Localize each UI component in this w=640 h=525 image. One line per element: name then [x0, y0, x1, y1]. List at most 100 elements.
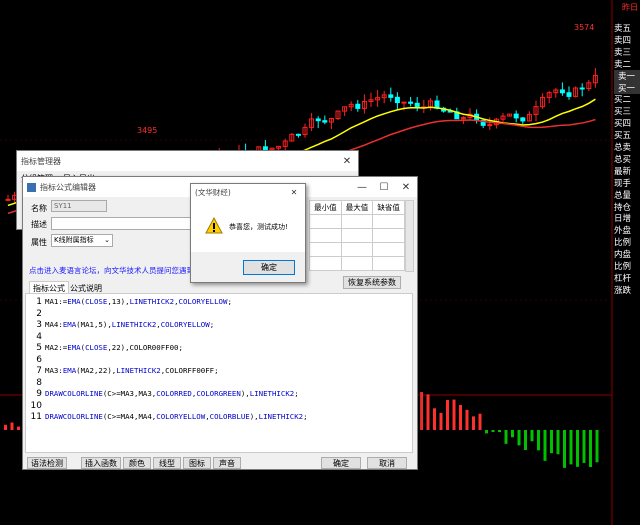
histogram-bar [420, 392, 423, 430]
code-text: MA1:=EMA(CLOSE,13),LINETHICK2,COLORYELLO… [45, 297, 232, 306]
line-number: 3 [36, 320, 42, 330]
histogram-bar [530, 430, 534, 442]
table-cell[interactable] [340, 256, 374, 271]
histogram-bar [465, 409, 469, 430]
candle-body [315, 118, 321, 122]
table-cell[interactable] [309, 256, 342, 271]
sidebar-item: 杠杆 [614, 273, 632, 284]
ok-button[interactable]: 确定 [321, 457, 361, 469]
restore-params-button[interactable]: 恢复系统参数 [343, 276, 401, 289]
code-editor[interactable]: 1 MA1:=EMA(CLOSE,13),LINETHICK2,COLORYELL… [25, 293, 413, 453]
sidebar-item: 总卖 [614, 143, 632, 153]
sidebar-item: 总量 [614, 190, 632, 201]
col-min: 最小值 [309, 200, 342, 215]
warning-icon [205, 217, 223, 234]
code-line[interactable]: 10 [26, 400, 412, 412]
candle-body [559, 89, 565, 94]
sidebar-item: 卖二 [614, 59, 632, 70]
code-text: MA4:EMA(MA1,5),LINETHICK2,COLORYELLOW; [45, 320, 215, 329]
top-right-label: 昨日 [622, 3, 638, 12]
sidebar-item: 现手 [614, 178, 632, 189]
attr-select[interactable]: K线附属指标 ⌄ [51, 234, 113, 247]
code-line[interactable]: 8 [26, 377, 412, 389]
message-box[interactable]: (文华财经) ✕ 恭喜您，测试成功! 确定 [190, 183, 306, 283]
table-cell[interactable] [340, 228, 374, 243]
histogram-bar [491, 430, 495, 432]
sidebar-item: 外盘 [614, 226, 632, 237]
candle-body [5, 198, 11, 201]
histogram-bar [582, 430, 586, 463]
line-style-button[interactable]: 线型 [153, 457, 181, 469]
histogram-bar [504, 430, 508, 444]
syntax-check-button[interactable]: 语法检测 [27, 457, 67, 469]
histogram-bar [433, 408, 436, 430]
histogram-bar [550, 430, 553, 454]
line-number: 7 [36, 366, 42, 376]
histogram-bar [589, 430, 592, 468]
candle-body [487, 124, 493, 127]
candle-body [513, 113, 519, 119]
candle-body [414, 102, 420, 108]
maximize-icon[interactable]: ☐ [373, 182, 395, 193]
table-cell[interactable] [340, 214, 374, 229]
sidebar-item: 内盘 [614, 250, 632, 261]
sidebar-item: 比例 [614, 262, 632, 272]
histogram-bar [17, 426, 20, 430]
table-cell[interactable] [340, 242, 374, 257]
sidebar-item: 持仓 [614, 202, 632, 213]
sidebar-item: 最新 [614, 166, 632, 177]
histogram-bar [472, 416, 475, 430]
table-cell[interactable] [372, 242, 405, 257]
histogram-bar [446, 399, 449, 430]
code-line[interactable]: 11 DRAWCOLORLINE(C>=MA4,MA4,COLORYELLOW,C… [26, 411, 412, 423]
code-line[interactable]: 2 [26, 308, 412, 320]
insert-function-button[interactable]: 插入函数 [81, 457, 121, 469]
code-line[interactable]: 4 [26, 331, 412, 343]
line-number: 5 [36, 343, 42, 353]
histogram-bar [576, 430, 579, 467]
table-cell[interactable] [309, 242, 342, 257]
code-line[interactable]: 1 MA1:=EMA(CLOSE,13),LINETHICK2,COLORYELL… [26, 296, 412, 308]
histogram-bar [452, 399, 456, 430]
table-cell[interactable] [372, 228, 405, 243]
cancel-button[interactable]: 取消 [367, 457, 407, 469]
sidebar-item: 买二 [614, 95, 632, 106]
forum-link[interactable]: 点击进入麦语言论坛，向文华技术人员提问您遇到的 [29, 265, 195, 276]
name-field[interactable]: SY11 [51, 200, 107, 212]
minimize-icon[interactable]: — [351, 182, 373, 193]
candle-body [520, 117, 526, 122]
close-icon[interactable]: ✕ [395, 182, 417, 193]
table-cell[interactable] [309, 228, 342, 243]
sidebar-item: 涨跌 [614, 285, 632, 296]
candle-body [322, 120, 328, 123]
app-icon [27, 182, 36, 192]
histogram-bar [4, 424, 7, 430]
histogram-bar [569, 430, 573, 465]
histogram-bar [511, 430, 514, 438]
message-ok-button[interactable]: 确定 [243, 260, 295, 275]
param-table[interactable]: 最小值 最大值 缺省值 [309, 200, 405, 271]
candle-body [579, 87, 585, 90]
code-line[interactable]: 9 DRAWCOLORLINE(C>=MA3,MA3,COLORRED,COLOR… [26, 388, 412, 400]
sound-button[interactable]: 声音 [213, 457, 241, 469]
table-cell[interactable] [372, 214, 405, 229]
histogram-bar [556, 430, 560, 455]
close-icon[interactable]: ✕ [283, 188, 305, 197]
close-icon[interactable]: ✕ [336, 156, 358, 167]
code-line[interactable]: 7 MA3:EMA(MA2,22),LINETHICK2,COLORFF00FF; [26, 365, 412, 377]
table-scrollbar[interactable] [405, 200, 414, 272]
message-box-titlebar[interactable]: (文华财经) ✕ [191, 184, 305, 200]
table-cell[interactable] [372, 256, 405, 271]
sidebar-item: 买一 [614, 81, 640, 94]
code-line[interactable]: 5 MA2:=EMA(CLOSE,22),COLOR00FF00; [26, 342, 412, 354]
table-cell[interactable] [309, 214, 342, 229]
icon-button[interactable]: 图标 [183, 457, 211, 469]
code-line[interactable]: 6 [26, 354, 412, 366]
indicator-manager-titlebar[interactable]: 指标管理器 ✕ [17, 151, 358, 171]
desc-field[interactable] [51, 217, 191, 230]
color-button[interactable]: 颜色 [123, 457, 151, 469]
sidebar-item: 买三 [614, 107, 632, 118]
candle-body [394, 96, 400, 104]
code-line[interactable]: 3 MA4:EMA(MA1,5),LINETHICK2,COLORYELLOW; [26, 319, 412, 331]
code-text: DRAWCOLORLINE(C>=MA4,MA4,COLORYELLOW,COL… [45, 412, 308, 421]
